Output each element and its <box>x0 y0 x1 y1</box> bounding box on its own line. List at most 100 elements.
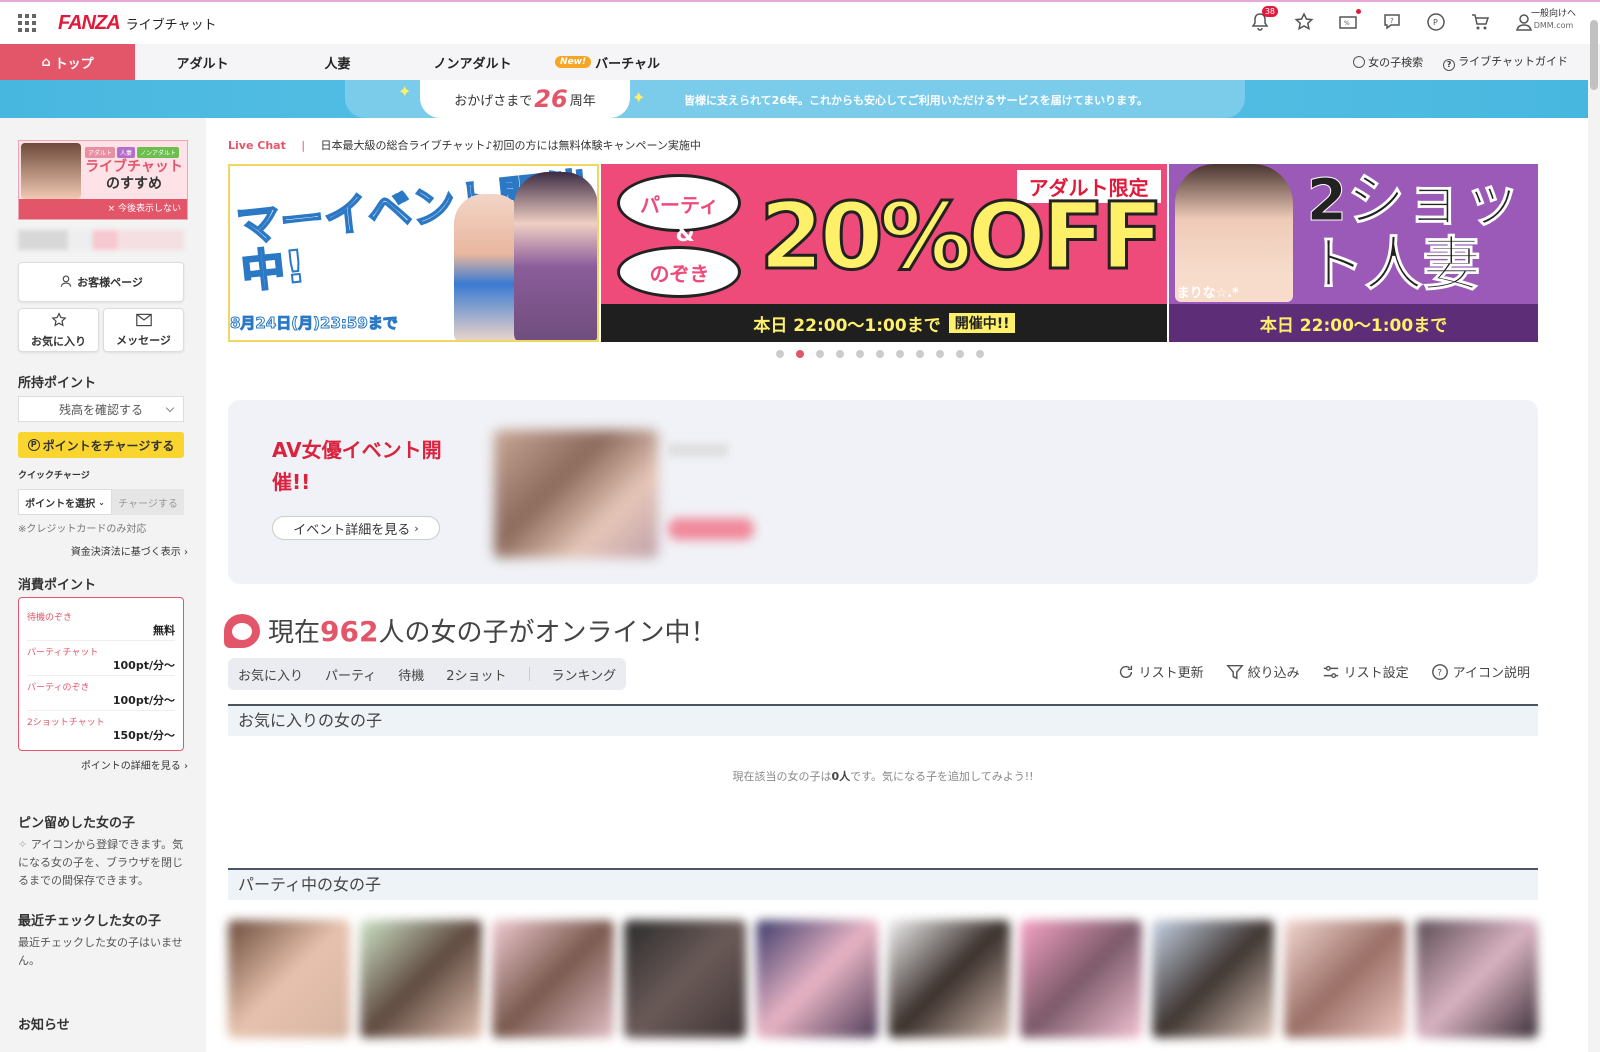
general-site-link[interactable]: 一般向けへ DMM.com <box>1531 8 1576 32</box>
banner2-amp: & <box>675 222 695 247</box>
girl-thumbnail[interactable] <box>888 920 1010 1038</box>
carousel-dot[interactable] <box>936 350 944 358</box>
filter-tab-ranking[interactable]: ランキング <box>552 665 617 684</box>
point-icon: P <box>27 439 40 451</box>
girl-thumbnail[interactable] <box>492 920 614 1038</box>
carousel-dot[interactable] <box>916 350 924 358</box>
promo-title-2: のすすめ <box>106 176 162 192</box>
filter-tab-party[interactable]: パーティ <box>325 665 376 684</box>
girl-thumbnail[interactable] <box>624 920 746 1038</box>
points-detail-label: ポイントの詳細を見る <box>80 761 181 772</box>
points-heading: 所持ポイント <box>18 376 97 391</box>
livechat-promo[interactable]: アダルト 人妻 ノンアダルト ライブチャット のすすめ × 今後表示しない <box>18 140 188 220</box>
sliders-icon <box>1323 665 1338 678</box>
consume-name: 2ショットチャット <box>27 718 105 728</box>
anniversary-label: おかげさまで 26 周年 <box>420 80 630 118</box>
quick-point-select[interactable]: ポイントを選択 ⌄ <box>18 489 112 515</box>
banner-two-shot[interactable]: まりな☆.* 2ショット人妻 本日 22:00〜1:00まで <box>1168 164 1538 342</box>
banner3-title: 2ショット人妻 <box>1306 166 1521 298</box>
banner-carousel[interactable]: マーイベント開催中! 8月24日(月)23:59まで アダルト限定 パーティ &… <box>228 164 1538 342</box>
anniversary-banner[interactable]: ✦ ✦ おかげさまで 26 周年 皆様に支えられて26年。これからも安心してご利… <box>0 80 1588 118</box>
top-header: FANZA ライブチャット 38 % ? P 一般向けへ DMM.com <box>0 0 1600 44</box>
favorites-label: お気に入り <box>31 334 86 348</box>
site-logo[interactable]: FANZA ライブチャット <box>58 12 217 35</box>
user-name-blurred <box>18 230 184 250</box>
empty-count: 0人 <box>831 770 851 783</box>
av-event-box: AV女優イベント開催!! イベント詳細を見る › <box>228 400 1538 584</box>
guide-link[interactable]: ? ライブチャットガイド <box>1443 53 1568 71</box>
girl-thumbnail[interactable] <box>228 920 350 1038</box>
event-button-blurred[interactable] <box>668 518 754 540</box>
messages-button[interactable]: メッセージ <box>103 308 184 352</box>
carousel-dot[interactable] <box>836 350 844 358</box>
app-grid-icon[interactable] <box>18 14 36 32</box>
filter-divider <box>528 667 530 681</box>
logo-main: FANZA <box>58 11 121 34</box>
favorites-button[interactable]: お気に入り <box>18 308 99 352</box>
event-detail-button[interactable]: イベント詳細を見る › <box>272 516 440 540</box>
promo-tags: アダルト 人妻 ノンアダルト <box>85 147 180 158</box>
online-text: 現在962人の女の子がオンライン中！ <box>268 612 716 649</box>
cart-icon[interactable] <box>1468 10 1492 34</box>
girl-search-link[interactable]: 女の子検索 <box>1353 54 1423 70</box>
promo-dismiss[interactable]: × 今後表示しない <box>19 199 187 219</box>
page-scrollbar[interactable] <box>1590 20 1598 90</box>
girl-thumbnail[interactable] <box>1416 920 1538 1038</box>
list-settings-button[interactable]: リスト設定 <box>1322 662 1409 681</box>
question-icon: ? <box>1431 663 1448 680</box>
girl-thumbnail[interactable] <box>360 920 482 1038</box>
banner2-bubble-peek: のぞき <box>617 246 742 298</box>
filter-button[interactable]: 絞り込み <box>1225 662 1300 681</box>
refresh-list-button[interactable]: リスト更新 <box>1117 662 1204 681</box>
filter-tab-favorites[interactable]: お気に入り <box>238 665 303 684</box>
balance-select[interactable]: 残高を確認する <box>18 396 184 422</box>
points-detail-link[interactable]: ポイントの詳細を見る › <box>81 757 188 772</box>
girl-thumbnail[interactable] <box>756 920 878 1038</box>
help-chat-icon[interactable]: ? <box>1380 10 1404 34</box>
home-icon: ⌂ <box>41 54 51 70</box>
quick-charge-button[interactable]: チャージする <box>112 489 184 515</box>
coupon-icon[interactable]: % <box>1336 9 1361 34</box>
icon-help-button[interactable]: ? アイコン説明 <box>1431 662 1530 681</box>
credit-note: ※クレジットカードのみ対応 <box>18 524 147 535</box>
online-count: 962 <box>320 615 379 648</box>
tab-label: トップ <box>54 56 94 72</box>
event-name-blurred <box>668 444 728 456</box>
consume-name: パーティのぞき <box>27 683 90 693</box>
list-tools: リスト更新 絞り込み リスト設定 ? アイコン説明 <box>1117 662 1530 681</box>
banner2-status: 開催中!! <box>948 313 1016 333</box>
tab-top[interactable]: ⌂ トップ <box>0 44 135 80</box>
carousel-dot[interactable] <box>796 350 804 358</box>
carousel-dot[interactable] <box>896 350 904 358</box>
payment-law-link[interactable]: 資金決済法に基づく表示 › <box>71 543 188 558</box>
girl-thumbnail[interactable] <box>1020 920 1142 1038</box>
charge-points-button[interactable]: P ポイントをチャージする <box>18 432 184 458</box>
girl-thumbnail[interactable] <box>1284 920 1406 1038</box>
customer-page-button[interactable]: お客様ページ <box>18 262 184 302</box>
consume-row: パーティのぞき 100pt/分〜 <box>27 676 175 711</box>
event-image[interactable] <box>494 430 658 558</box>
online-count-heading: 現在962人の女の子がオンライン中！ <box>224 612 716 649</box>
carousel-dot[interactable] <box>956 350 964 358</box>
banner-discount[interactable]: アダルト限定 パーティ & のぞき 20%OFF 本日 22:00〜1:00まで… <box>601 164 1167 342</box>
filter-tab-two-shot[interactable]: 2ショット <box>446 665 506 684</box>
tab-non-adult[interactable]: ノンアダルト <box>405 44 540 80</box>
filter-tab-waiting[interactable]: 待機 <box>398 665 424 684</box>
carousel-dot[interactable] <box>816 350 824 358</box>
girl-thumbnail[interactable] <box>1152 920 1274 1038</box>
carousel-dot[interactable] <box>976 350 984 358</box>
carousel-dot[interactable] <box>876 350 884 358</box>
tab-virtual[interactable]: New! バーチャル <box>540 44 675 80</box>
consume-value: 150pt/分〜 <box>112 729 175 742</box>
bell-icon[interactable]: 38 <box>1248 6 1278 34</box>
carousel-dot[interactable] <box>776 350 784 358</box>
point-icon[interactable]: P <box>1424 10 1448 34</box>
carousel-dot[interactable] <box>856 350 864 358</box>
banner-summer-event[interactable]: マーイベント開催中! 8月24日(月)23:59まで <box>228 164 600 342</box>
tab-married[interactable]: 人妻 <box>270 44 405 80</box>
favorites-empty-message: 現在該当の女の子は0人です。気になる子を追加してみよう!! <box>228 768 1538 784</box>
tab-adult[interactable]: アダルト <box>135 44 270 80</box>
refresh-label: リスト更新 <box>1138 666 1204 681</box>
banner2-time: 本日 22:00〜1:00まで <box>753 315 941 336</box>
star-icon[interactable] <box>1292 10 1316 34</box>
